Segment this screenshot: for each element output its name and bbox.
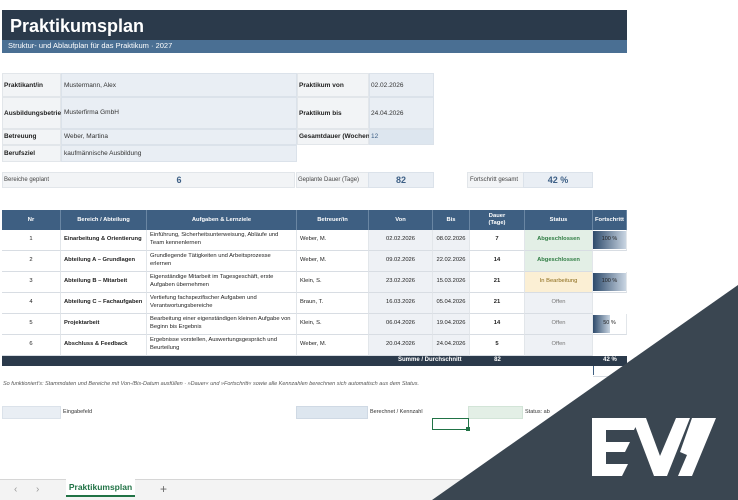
watermark-overlay [432, 285, 738, 500]
